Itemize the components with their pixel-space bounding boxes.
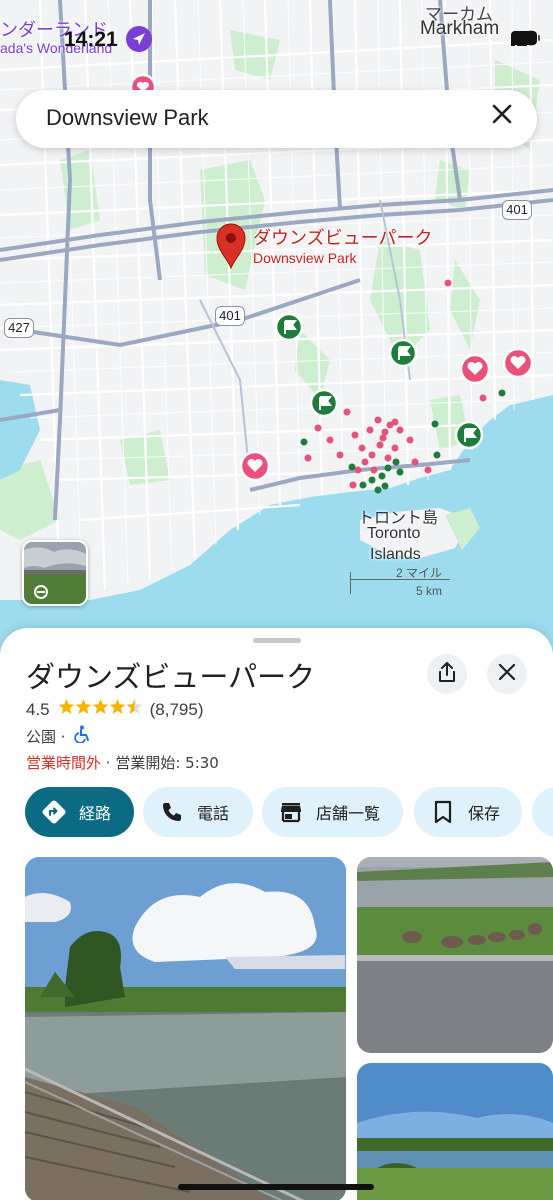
call-button[interactable]: 電話	[143, 787, 253, 837]
share-icon	[437, 661, 457, 687]
rating-row[interactable]: 4.5 (8,795)	[26, 698, 204, 721]
photo-geese[interactable]	[357, 857, 553, 1053]
more-actions-chip[interactable]	[532, 787, 553, 837]
closed-status: 営業時間外	[26, 754, 102, 772]
wheelchair-icon	[73, 725, 90, 747]
category-row: 公園 ·	[26, 725, 90, 747]
map-label-markham: Markham	[420, 18, 500, 39]
close-sheet-button[interactable]	[487, 654, 527, 694]
review-count[interactable]: (8,795)	[150, 700, 204, 720]
highway-shield: 401	[215, 306, 245, 326]
hours-row[interactable]: 営業時間外 · 営業開始: 5:30	[26, 752, 219, 773]
status-time: 14:21	[64, 28, 118, 51]
bookmark-icon	[430, 799, 456, 825]
photo-pond[interactable]	[357, 1063, 553, 1200]
close-icon	[498, 663, 516, 685]
home-indicator	[178, 1184, 374, 1190]
map-view[interactable]: 401 401 427 ンダーランド ada's Wonderland マーカム…	[0, 0, 553, 660]
hours-separator: ·	[101, 754, 116, 772]
highway-shield: 401	[502, 200, 532, 220]
call-label: 電話	[197, 804, 230, 823]
pin-label-en[interactable]: Downsview Park	[253, 250, 356, 266]
search-bar[interactable]: Downsview Park	[16, 90, 537, 148]
street-view-thumbnail[interactable]	[22, 540, 88, 606]
location-arrow-icon	[126, 26, 152, 52]
search-input[interactable]: Downsview Park	[46, 105, 209, 131]
map-label-islands-en-1: Toronto	[367, 525, 421, 542]
save-label: 保存	[468, 804, 501, 823]
sheet-drag-handle[interactable]	[253, 638, 301, 643]
place-sheet[interactable]: ダウンズビューパーク 4.5 (8,795) 公園 · 営業時間外 · 営業開始…	[0, 628, 553, 1200]
map-label-islands-en-2: Islands	[370, 546, 421, 563]
photo-main[interactable]	[25, 857, 346, 1200]
phone-icon	[159, 799, 185, 825]
rating-value: 4.5	[26, 699, 50, 719]
share-button[interactable]	[427, 654, 467, 694]
highway-shield: 427	[4, 318, 34, 338]
place-title: ダウンズビューパーク	[26, 660, 316, 694]
save-button[interactable]: 保存	[414, 787, 522, 837]
category-label: 公園 ·	[26, 727, 66, 746]
close-icon[interactable]	[491, 103, 523, 135]
stores-button[interactable]: 店舗一覧	[262, 787, 403, 837]
stores-label: 店舗一覧	[316, 804, 381, 823]
store-icon	[278, 799, 304, 825]
action-chips: 経路 電話 店舗一覧 保存	[25, 787, 553, 837]
directions-icon	[41, 799, 67, 825]
star-rating-icon	[58, 698, 144, 721]
pin-label-jp[interactable]: ダウンズビューパーク	[253, 224, 432, 250]
opens-time: 営業開始: 5:30	[115, 754, 219, 772]
scale-km-label: 5 km	[416, 584, 443, 598]
directions-button[interactable]: 経路	[25, 787, 134, 837]
directions-label: 経路	[79, 804, 112, 823]
